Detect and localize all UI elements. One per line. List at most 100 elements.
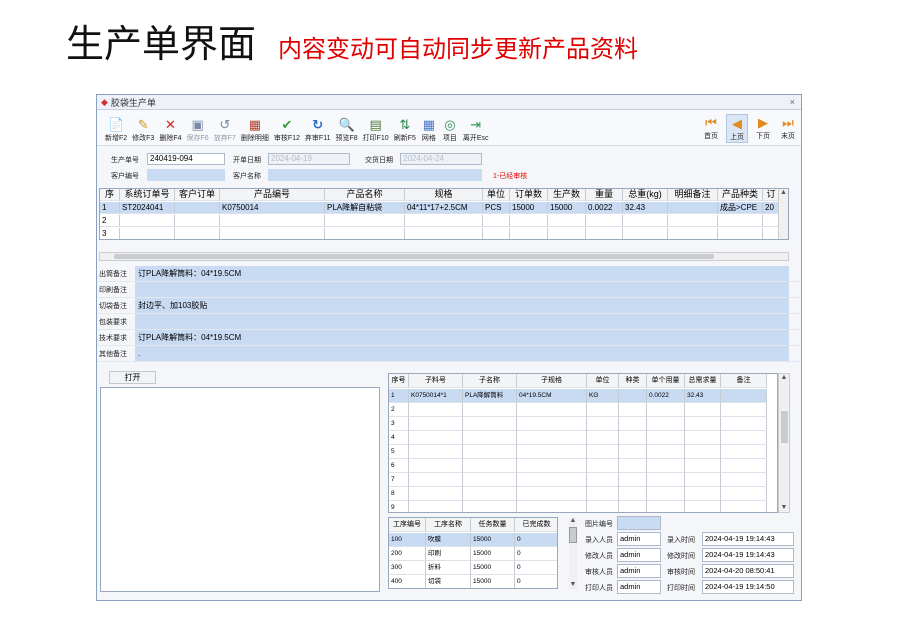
print-icon: ▤ (369, 116, 382, 132)
grid-button[interactable]: ▦ 网格 (419, 116, 439, 143)
delete-detail-button[interactable]: ▦ 删除明细 (239, 116, 271, 143)
print-button[interactable]: ▤ 打印F10 (361, 116, 391, 143)
table-row[interactable]: 8 (389, 487, 767, 501)
audit-button[interactable]: ✔ 审核F12 (272, 116, 302, 143)
project-button[interactable]: ◎ 项目 (440, 116, 460, 143)
customer-name-field[interactable] (268, 169, 482, 181)
scroll-down-icon[interactable]: ▼ (569, 581, 577, 589)
entry-user-field[interactable]: admin (617, 532, 661, 546)
scroll-up-icon[interactable]: ▲ (779, 189, 788, 197)
scroll-down-icon[interactable]: ▼ (779, 504, 789, 512)
note-field[interactable]: . (135, 346, 789, 361)
table-row[interactable]: 2 (389, 403, 767, 417)
refresh-button[interactable]: ⇅ 刷新F5 (392, 116, 418, 143)
first-page-button[interactable]: ⏮ 首页 (701, 114, 721, 143)
scroll-thumb[interactable] (569, 527, 577, 543)
audit-time-label: 审核时间 (667, 569, 695, 576)
scroll-up-icon[interactable]: ▲ (779, 374, 789, 382)
table-row[interactable]: 300 折料 15000 0 (389, 561, 557, 575)
audit-time-field[interactable]: 2024-04-20 08:50:41 (702, 564, 794, 578)
grid-header-row: 工序编号 工序名称 任务数量 已完成数 (389, 518, 557, 532)
col-header[interactable]: 明细备注 (668, 189, 718, 201)
table-row[interactable]: 3 (389, 417, 767, 431)
note-row: 印刷备注 (97, 282, 801, 298)
note-label: 印刷备注 (99, 286, 127, 294)
materials-scrollbar[interactable]: ▲ ▼ (778, 373, 790, 513)
delete-button[interactable]: ✕ 删除F4 (157, 116, 183, 143)
last-page-icon: ⏭ (782, 114, 794, 130)
table-row[interactable]: 3 (100, 228, 788, 239)
table-row[interactable]: 9 (389, 501, 767, 512)
close-icon[interactable]: × (790, 97, 795, 107)
col-header[interactable]: 总重(kg) (623, 189, 668, 201)
note-label: 技术要求 (99, 334, 127, 342)
table-row[interactable]: 400 切袋 15000 0 (389, 575, 557, 588)
note-field[interactable]: 订PLA降解筒料：04*19.5CM (135, 330, 789, 345)
col-header[interactable]: 系统订单号 (120, 189, 175, 201)
print-user-field[interactable]: admin (617, 580, 661, 594)
order-no-field[interactable]: 240419-094 (147, 153, 225, 165)
modify-time-field[interactable]: 2024-04-19 19:14:43 (702, 548, 794, 562)
save-button[interactable]: ▣ 保存F6 (185, 116, 211, 143)
col-header[interactable]: 产品编号 (220, 189, 325, 201)
next-page-button[interactable]: ▶ 下页 (753, 114, 773, 143)
print-time-field[interactable]: 2024-04-19 19:14:50 (702, 580, 794, 594)
order-lines-grid: 序 系统订单号 客户订单 产品编号 产品名称 规格 单位 订单数 生产数 重量 … (99, 188, 789, 240)
delivery-date-field[interactable]: 2024-04-24 (400, 153, 482, 165)
customer-code-field[interactable] (147, 169, 225, 181)
prev-page-button[interactable]: ◀ 上页 (726, 114, 748, 143)
preview-icon: 🔍 (338, 116, 355, 132)
page-heading: 生产单界面 内容变动可自动同步更新产品资料 (66, 22, 638, 66)
col-header[interactable]: 单位 (483, 189, 510, 201)
open-date-field[interactable]: 2024-04-19 (268, 153, 350, 165)
process-scrollbar[interactable]: ▲ ▼ (569, 517, 577, 589)
scroll-thumb[interactable] (781, 411, 788, 443)
edit-button[interactable]: ✎ 修改F3 (130, 116, 156, 143)
audit-user-field[interactable]: admin (617, 564, 661, 578)
table-row[interactable]: 200 印刷 15000 0 (389, 547, 557, 561)
open-button[interactable]: 打开 (109, 371, 156, 384)
table-row[interactable]: 6 (389, 459, 767, 473)
last-page-button[interactable]: ⏭ 末页 (778, 114, 798, 143)
table-row[interactable]: 1 ST2024041 K0750014 PLA降解自粘袋 04*11*17+2… (100, 202, 788, 214)
note-field[interactable] (135, 314, 789, 329)
grid-vertical-scrollbar[interactable]: ▲ (778, 189, 788, 239)
preview-button[interactable]: 🔍 预览F8 (333, 116, 359, 143)
col-header[interactable]: 生产数 (548, 189, 586, 201)
grid-horizontal-scrollbar[interactable] (99, 252, 789, 261)
table-row[interactable]: 2 (100, 215, 788, 227)
discard-button[interactable]: ↺ 放弃F7 (212, 116, 238, 143)
table-row[interactable]: 1 K0750014*1 PLA降解筒料 04*19.5CM KG 0.0022… (389, 389, 767, 403)
scroll-thumb[interactable] (114, 254, 714, 259)
first-page-icon: ⏮ (705, 114, 717, 130)
entry-time-field[interactable]: 2024-04-19 19:14:43 (702, 532, 794, 546)
edit-doc-icon: ✎ (137, 116, 149, 132)
table-row[interactable]: 5 (389, 445, 767, 459)
scroll-up-icon[interactable]: ▲ (569, 517, 577, 525)
table-row[interactable]: 7 (389, 473, 767, 487)
note-field[interactable]: 订PLA降解筒料：04*19.5CM (135, 266, 789, 281)
print-time-label: 打印时间 (667, 585, 695, 592)
note-field[interactable]: 封边平、加103胶贴 (135, 298, 789, 313)
table-row[interactable]: 4 (389, 431, 767, 445)
note-field[interactable] (135, 282, 789, 297)
col-header[interactable]: 重量 (586, 189, 623, 201)
col-header[interactable]: 产品种类 (718, 189, 763, 201)
col-header[interactable]: 序 (100, 189, 120, 201)
exit-button[interactable]: ⇥ 离开Esc (461, 116, 491, 143)
add-button[interactable]: 📄 新增F2 (103, 116, 129, 143)
open-date-label: 开单日期 (233, 157, 261, 164)
print-user-label: 打印人员 (585, 585, 613, 592)
exit-icon: ⇥ (470, 116, 482, 132)
image-no-field[interactable] (617, 516, 661, 530)
table-row[interactable]: 100 吹膜 15000 0 (389, 533, 557, 547)
col-header[interactable]: 产品名称 (325, 189, 405, 201)
note-row: 切袋备注 封边平、加103胶贴 (97, 298, 801, 314)
col-header[interactable]: 客户订单 (175, 189, 220, 201)
note-row: 技术要求 订PLA降解筒料：04*19.5CM (97, 330, 801, 346)
unaudit-button[interactable]: ↻ 弃审F11 (303, 116, 333, 143)
modify-user-field[interactable]: admin (617, 548, 661, 562)
customer-code-label: 客户编号 (111, 173, 139, 180)
col-header[interactable]: 订单数 (510, 189, 548, 201)
col-header[interactable]: 规格 (405, 189, 483, 201)
